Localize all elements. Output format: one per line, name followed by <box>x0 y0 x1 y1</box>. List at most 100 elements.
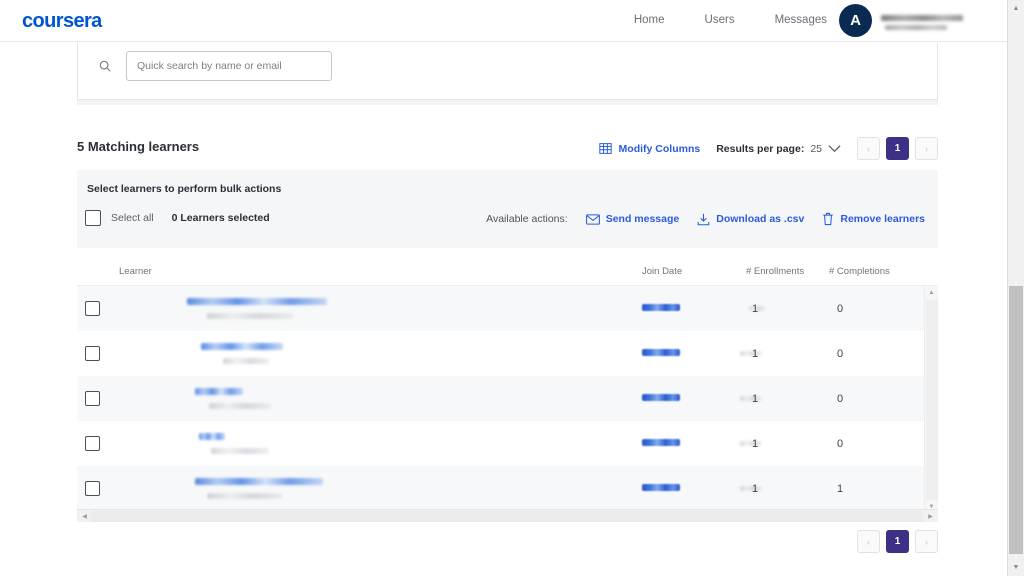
remove-learners-button[interactable]: Remove learners <box>822 212 925 226</box>
search-icon <box>98 59 112 73</box>
pagination-prev-button[interactable]: ‹ <box>857 137 880 160</box>
row-select-checkbox[interactable] <box>85 301 100 316</box>
select-all-label: Select all <box>111 212 154 224</box>
quick-search-panel <box>77 43 938 100</box>
modify-columns-label: Modify Columns <box>618 142 701 155</box>
window-scroll-up-icon[interactable]: ▲ <box>1008 0 1024 17</box>
enrollments-value: 1 <box>752 392 759 405</box>
table-row[interactable]: 1 1 <box>77 466 938 511</box>
pagination-next-button-bottom[interactable]: › <box>915 530 938 553</box>
quick-search-row <box>98 51 332 81</box>
completions-value: 0 <box>837 347 844 360</box>
search-input[interactable] <box>126 51 332 81</box>
nav-link-users[interactable]: Users <box>705 14 735 26</box>
join-date-redacted <box>740 486 762 491</box>
available-actions-group: Available actions: Send message Download… <box>486 212 925 226</box>
panel-divider <box>77 100 938 105</box>
scroll-right-icon[interactable]: ▶ <box>924 510 937 522</box>
row-select-checkbox[interactable] <box>85 436 100 451</box>
learner-email-redacted <box>211 448 269 454</box>
pagination-next-button[interactable]: › <box>915 137 938 160</box>
completions-value: 1 <box>837 482 844 495</box>
window-scroll-thumb[interactable] <box>1009 286 1023 554</box>
completions-value: 0 <box>837 392 844 405</box>
enrollments-value: 1 <box>752 347 759 360</box>
nav-links: Home Users Messages <box>634 14 827 26</box>
row-select-checkbox[interactable] <box>85 481 100 496</box>
chevron-down-icon <box>828 144 841 153</box>
window-scroll-down-icon[interactable]: ▼ <box>1008 559 1024 576</box>
user-name-redacted <box>881 14 963 21</box>
learner-program-link-redacted[interactable] <box>642 484 680 491</box>
column-header-learner[interactable]: Learner <box>119 266 152 277</box>
trash-icon <box>822 212 834 226</box>
table-horizontal-scrollbar[interactable]: ◀ ▶ <box>77 509 938 522</box>
pagination-page-1-button-bottom[interactable]: 1 <box>886 530 909 553</box>
modify-columns-button[interactable]: Modify Columns <box>598 142 701 155</box>
learner-name-redacted <box>199 433 225 440</box>
select-all-checkbox[interactable] <box>85 210 101 226</box>
send-message-label: Send message <box>605 213 680 225</box>
learner-program-link-redacted[interactable] <box>642 349 680 356</box>
enrollments-value: 1 <box>752 302 759 315</box>
table-row[interactable]: 1 0 <box>77 421 938 466</box>
results-per-page-value: 25 <box>810 142 822 155</box>
bulk-actions-bar: Select learners to perform bulk actions … <box>77 170 938 248</box>
top-navigation-bar: coursera Home Users Messages A <box>0 0 1007 42</box>
table-vertical-scrollbar[interactable]: ▲ ▼ <box>924 286 938 514</box>
table-row[interactable]: 1 0 <box>77 286 938 331</box>
horizontal-scroll-thumb[interactable] <box>91 511 923 522</box>
user-account-menu[interactable]: A <box>839 4 963 37</box>
pagination-top: ‹ 1 › <box>857 137 938 160</box>
selected-count-label: 0 Learners selected <box>171 212 270 224</box>
page-content: coursera Home Users Messages A Quick sea… <box>0 0 1007 576</box>
column-header-enrollments[interactable]: # Enrollments <box>746 266 804 277</box>
results-toolbar: Modify Columns Results per page: 25 ‹ 1 … <box>598 137 938 160</box>
learner-program-link-redacted[interactable] <box>642 304 680 311</box>
row-select-checkbox[interactable] <box>85 346 100 361</box>
learner-email-redacted <box>209 403 271 409</box>
completions-value: 0 <box>837 437 844 450</box>
bulk-actions-title: Select learners to perform bulk actions <box>87 183 282 195</box>
pagination-prev-button-bottom[interactable]: ‹ <box>857 530 880 553</box>
table-body: 1 0 1 0 1 0 1 0 1 1 <box>77 286 938 514</box>
table-row[interactable]: 1 0 <box>77 331 938 376</box>
pagination-page-1-button[interactable]: 1 <box>886 137 909 160</box>
learner-program-link-redacted[interactable] <box>642 394 680 401</box>
table-row[interactable]: 1 0 <box>77 376 938 421</box>
nav-link-home[interactable]: Home <box>634 14 665 26</box>
column-header-completions[interactable]: # Completions <box>829 266 890 277</box>
available-actions-label: Available actions: <box>486 213 568 225</box>
join-date-redacted <box>740 441 762 446</box>
learner-name-redacted <box>195 478 323 485</box>
table-header-row: Learner Join Date # Enrollments # Comple… <box>77 258 938 286</box>
learner-email-redacted <box>207 493 283 499</box>
join-date-redacted <box>740 351 762 356</box>
column-header-join-date[interactable]: Join Date <box>642 266 682 277</box>
row-select-checkbox[interactable] <box>85 391 100 406</box>
scroll-up-icon[interactable]: ▲ <box>925 287 938 299</box>
remove-learners-label: Remove learners <box>840 213 925 225</box>
learner-program-link-redacted[interactable] <box>642 439 680 446</box>
scroll-left-icon[interactable]: ◀ <box>78 510 91 522</box>
enrollments-value: 1 <box>752 482 759 495</box>
page-title: 5 Matching learners <box>77 139 200 154</box>
window-scrollbar[interactable]: ▲ ▼ <box>1007 0 1024 576</box>
download-csv-button[interactable]: Download as .csv <box>697 213 804 226</box>
select-all-group: Select all 0 Learners selected <box>85 210 270 226</box>
nav-link-messages[interactable]: Messages <box>775 14 827 26</box>
grid-icon <box>598 142 612 155</box>
coursera-logo[interactable]: coursera <box>22 10 102 33</box>
send-message-button[interactable]: Send message <box>585 213 680 225</box>
learner-name-redacted <box>195 388 243 395</box>
app-viewport: coursera Home Users Messages A Quick sea… <box>0 0 1024 576</box>
vertical-scroll-thumb[interactable] <box>926 300 938 500</box>
enrollments-value: 1 <box>752 437 759 450</box>
learners-table: Learner Join Date # Enrollments # Comple… <box>77 258 938 522</box>
learner-email-redacted <box>223 358 269 364</box>
results-header: 5 Matching learners Modify Columns Resul… <box>0 128 1007 170</box>
results-per-page-label: Results per page: <box>716 142 805 155</box>
envelope-icon <box>585 213 600 225</box>
completions-value: 0 <box>837 302 844 315</box>
results-per-page-select[interactable]: Results per page: 25 <box>716 143 841 155</box>
